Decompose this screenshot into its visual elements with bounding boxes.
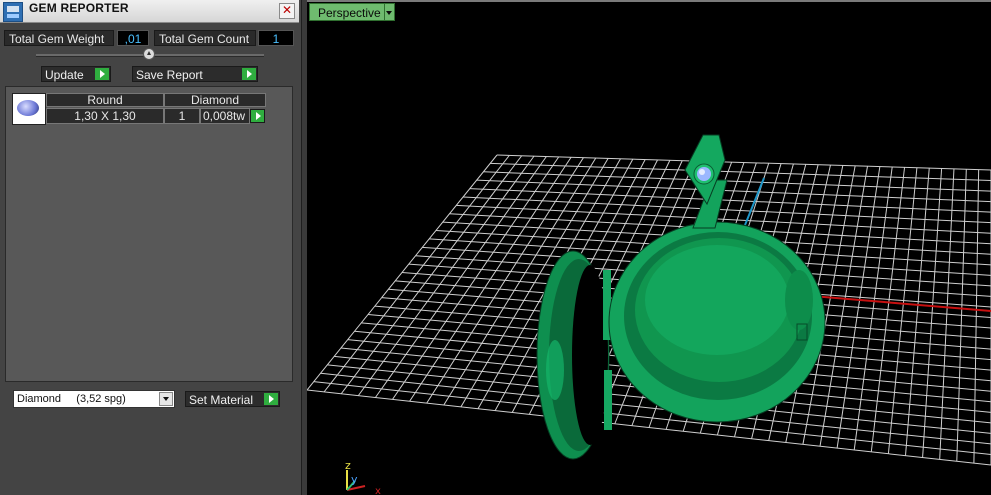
close-button[interactable]: ✕ bbox=[279, 3, 295, 19]
grid-line bbox=[340, 155, 523, 395]
set-material-button[interactable]: Set Material bbox=[185, 391, 280, 407]
save-report-button-label: Save Report bbox=[136, 68, 203, 82]
play-arrow-icon bbox=[242, 68, 256, 80]
grid-line bbox=[323, 155, 510, 393]
gem-weight-cell: 0,008tw bbox=[200, 108, 250, 124]
material-select-value: Diamond (3,52 spg) bbox=[17, 393, 126, 405]
chevron-down-icon[interactable] bbox=[159, 392, 173, 406]
grid-line bbox=[870, 167, 906, 452]
play-arrow-icon bbox=[95, 68, 109, 80]
grid-line bbox=[307, 154, 498, 391]
set-material-button-label: Set Material bbox=[189, 393, 254, 407]
grid-line bbox=[374, 156, 547, 398]
material-select[interactable]: Diamond (3,52 spg) bbox=[13, 390, 175, 408]
y-axis-line bbox=[742, 177, 765, 231]
x-axis-line bbox=[811, 295, 991, 312]
save-report-button[interactable]: Save Report bbox=[132, 66, 258, 82]
grid-line bbox=[887, 167, 918, 454]
viewport-top-border bbox=[307, 0, 991, 2]
column-header-material: Diamond bbox=[164, 93, 266, 107]
total-gem-weight-label: Total Gem Weight bbox=[4, 30, 114, 46]
gem-count-cell: 1 bbox=[164, 108, 200, 124]
gem-size-cell: 1,30 X 1,30 bbox=[46, 108, 164, 124]
total-gem-count-value: 1 bbox=[258, 30, 294, 46]
total-gem-weight-value: ,01 bbox=[117, 30, 149, 46]
panel-titlebar: GEM REPORTER ✕ bbox=[0, 0, 299, 23]
column-header-shape: Round bbox=[46, 93, 164, 107]
gem-list: Round Diamond 1,30 X 1,30 1 0,008tw bbox=[5, 86, 293, 382]
perspective-viewport[interactable]: z y x Perspective bbox=[307, 0, 991, 495]
axis-y-label: y bbox=[351, 473, 358, 486]
row-expand-arrow-icon[interactable] bbox=[250, 109, 265, 123]
axis-triad-icon: z y x bbox=[345, 459, 381, 495]
gem-reporter-app-icon bbox=[3, 2, 23, 22]
gem-reporter-panel: GEM REPORTER ✕ Total Gem Weight ,01 Tota… bbox=[0, 0, 302, 495]
panel-title: GEM REPORTER bbox=[29, 1, 129, 15]
chevron-down-icon[interactable] bbox=[384, 3, 395, 21]
perspective-tab[interactable]: Perspective bbox=[309, 3, 390, 21]
round-diamond-thumbnail-icon[interactable] bbox=[12, 93, 46, 125]
axis-z-label: z bbox=[345, 459, 351, 472]
play-arrow-icon bbox=[264, 393, 278, 405]
panel-slider-knob[interactable] bbox=[143, 48, 155, 60]
update-button[interactable]: Update bbox=[41, 66, 111, 82]
scene-canvas[interactable]: z y x bbox=[307, 0, 991, 495]
grid-line bbox=[392, 156, 560, 400]
axis-x-label: x bbox=[375, 486, 381, 495]
update-button-label: Update bbox=[45, 68, 84, 82]
total-gem-count-label: Total Gem Count bbox=[154, 30, 256, 46]
